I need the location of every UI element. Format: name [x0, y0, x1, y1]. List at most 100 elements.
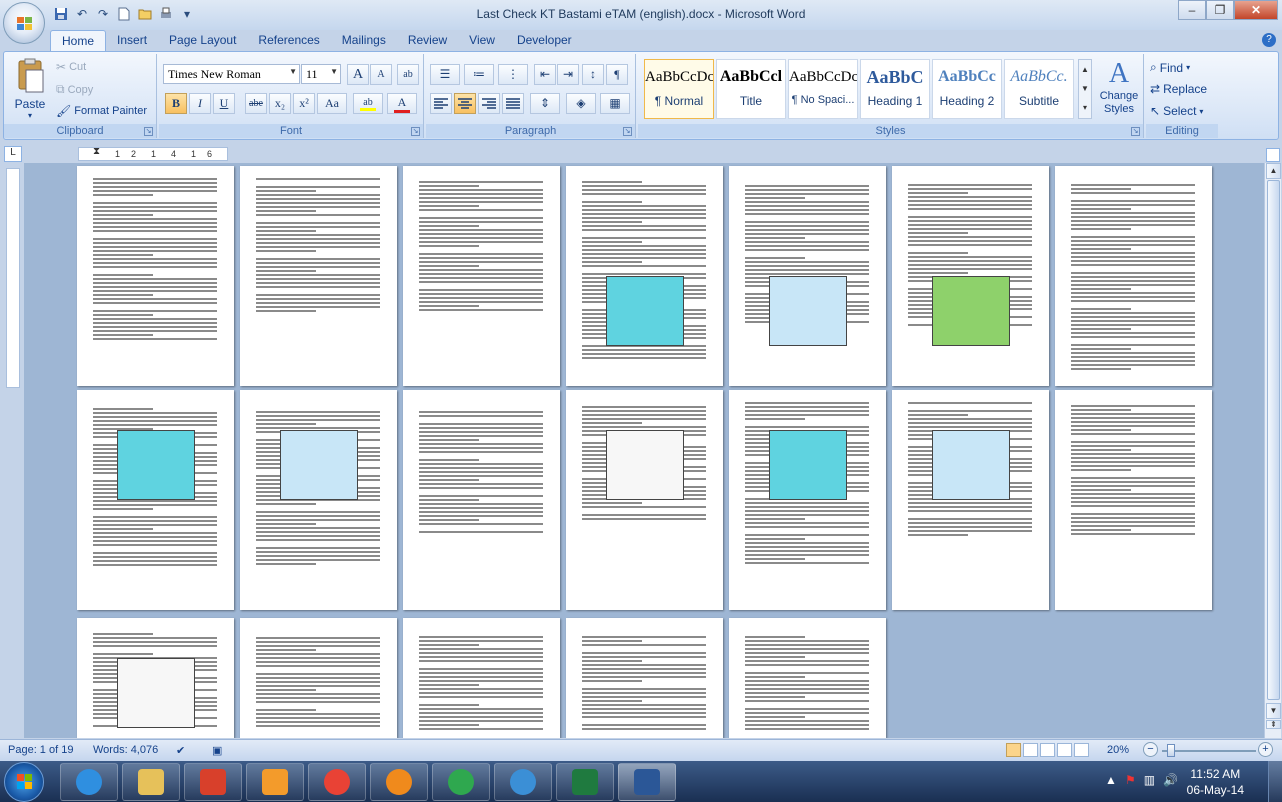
page-thumbnail[interactable] [403, 618, 560, 738]
shading-button[interactable]: ◈ [566, 93, 596, 114]
style-subtitle[interactable]: AaBbCc. Subtitle [1004, 59, 1074, 119]
taskbar-app-media-player[interactable] [246, 763, 304, 801]
outline-view-icon[interactable] [1057, 743, 1072, 757]
flag-icon[interactable]: ⚑ [1125, 773, 1136, 787]
page-thumbnail[interactable] [729, 618, 886, 738]
taskbar-app-internet-explorer[interactable] [60, 763, 118, 801]
page-thumbnail[interactable] [403, 166, 560, 386]
show-desktop-button[interactable] [1268, 761, 1282, 802]
proofing-icon[interactable]: ✔ [176, 744, 185, 757]
restore-button[interactable]: ❐ [1206, 0, 1234, 20]
scroll-down-button[interactable]: ▼ [1266, 703, 1281, 719]
underline-button[interactable]: U [213, 93, 235, 114]
zoom-level[interactable]: 20% [1107, 744, 1129, 756]
align-left-button[interactable] [430, 93, 452, 114]
clear-formatting-button[interactable]: ab [397, 64, 419, 85]
font-name-dropdown[interactable]: Times New Roman ▼ [163, 64, 300, 84]
page-thumbnail[interactable] [892, 390, 1049, 610]
zoom-out-button[interactable]: − [1143, 742, 1158, 757]
tab-page-layout[interactable]: Page Layout [158, 30, 247, 52]
tab-selector[interactable]: L [4, 146, 22, 162]
strikethrough-button[interactable]: abe [245, 93, 267, 114]
horizontal-ruler[interactable]: 1 2 1 4 1 6 ⧗ [78, 146, 228, 161]
taskbar-app-excel[interactable] [556, 763, 614, 801]
tab-home[interactable]: Home [50, 30, 107, 52]
taskbar-app-firefox[interactable] [370, 763, 428, 801]
numbering-button[interactable]: ≔ [464, 64, 494, 85]
highlight-button[interactable]: ab [353, 93, 383, 114]
page-thumbnail[interactable] [1055, 390, 1212, 610]
replace-button[interactable]: ⇄ Replace [1150, 82, 1207, 96]
indent-marker-icon[interactable]: ⧗ [93, 146, 100, 157]
clipboard-launcher[interactable]: ↘ [144, 127, 153, 136]
zoom-slider[interactable] [1162, 750, 1256, 752]
style-heading-2[interactable]: AaBbCc Heading 2 [932, 59, 1002, 119]
style-heading-1[interactable]: AaBbC Heading 1 [860, 59, 930, 119]
scroll-up-button[interactable]: ▲ [1266, 163, 1281, 179]
bold-button[interactable]: B [165, 93, 187, 114]
paste-button[interactable]: Paste ▾ [10, 58, 50, 120]
page-thumbnail[interactable] [1055, 166, 1212, 386]
subscript-button[interactable]: x₂ [269, 93, 291, 114]
volume-icon[interactable]: 🔊 [1163, 773, 1178, 787]
shrink-font-button[interactable]: A [370, 64, 392, 85]
styles-scroll[interactable]: ▲ ▼ ▾ [1078, 59, 1092, 119]
zoom-in-button[interactable]: + [1258, 742, 1273, 757]
taskbar-app-file-explorer[interactable] [122, 763, 180, 801]
tab-view[interactable]: View [458, 30, 506, 52]
network-tray-icon[interactable]: ▥ [1144, 773, 1155, 787]
font-launcher[interactable]: ↘ [411, 127, 420, 136]
web-layout-icon[interactable] [1040, 743, 1055, 757]
align-center-button[interactable] [454, 93, 476, 114]
multilevel-list-button[interactable]: ⋮ [498, 64, 528, 85]
page-thumbnail[interactable] [240, 618, 397, 738]
view-ruler-icon[interactable] [1266, 148, 1280, 162]
page-thumbnail[interactable] [240, 390, 397, 610]
full-screen-reading-icon[interactable] [1023, 743, 1038, 757]
minimize-button[interactable]: – [1178, 0, 1206, 20]
justify-button[interactable] [502, 93, 524, 114]
zoom-slider-thumb[interactable] [1166, 744, 1175, 757]
word-count[interactable]: Words: 4,076 [93, 744, 158, 756]
page-thumbnail[interactable] [566, 390, 723, 610]
page-thumbnail[interactable] [77, 166, 234, 386]
format-painter-button[interactable]: 🖌 Format Painter [56, 104, 147, 118]
taskbar-app-adobe-reader[interactable] [184, 763, 242, 801]
tab-review[interactable]: Review [397, 30, 458, 52]
taskbar-app-word[interactable] [618, 763, 676, 801]
borders-button[interactable]: ▦ [600, 93, 630, 114]
grow-font-button[interactable]: A [347, 64, 369, 85]
tab-developer[interactable]: Developer [506, 30, 583, 52]
clock[interactable]: 11:52 AM 06-May-14 [1187, 766, 1244, 798]
page-thumbnail[interactable] [892, 166, 1049, 386]
font-size-dropdown[interactable]: 11 ▼ [301, 64, 341, 84]
page-thumbnail[interactable] [77, 390, 234, 610]
page-thumbnail[interactable] [77, 618, 234, 738]
tab-mailings[interactable]: Mailings [331, 30, 397, 52]
scroll-thumb[interactable] [1267, 180, 1280, 700]
line-spacing-button[interactable]: ⇕ [530, 93, 560, 114]
tab-insert[interactable]: Insert [106, 30, 158, 52]
italic-button[interactable]: I [189, 93, 211, 114]
show-formatting-button[interactable]: ¶ [606, 64, 628, 85]
copy-button[interactable]: ⧉ Copy [56, 82, 93, 97]
page-thumbnail[interactable] [729, 166, 886, 386]
page-count[interactable]: Page: 1 of 19 [8, 744, 73, 756]
select-button[interactable]: ↖ Select ▾ [1150, 104, 1203, 118]
help-icon[interactable]: ? [1262, 33, 1276, 47]
close-button[interactable]: ✕ [1234, 0, 1278, 20]
decrease-indent-button[interactable]: ⇤ [534, 64, 556, 85]
paragraph-launcher[interactable]: ↘ [623, 127, 632, 136]
taskbar-app-network[interactable] [432, 763, 490, 801]
print-layout-view-icon[interactable] [1006, 743, 1021, 757]
draft-view-icon[interactable] [1074, 743, 1089, 757]
vertical-scrollbar[interactable]: ▲ ▼ ⇞ [1264, 163, 1281, 738]
change-styles-button[interactable]: A Change Styles [1096, 58, 1142, 116]
start-button[interactable] [4, 762, 44, 802]
align-right-button[interactable] [478, 93, 500, 114]
style-no-spacing[interactable]: AaBbCcDc ¶ No Spaci... [788, 59, 858, 119]
font-color-button[interactable]: A [387, 93, 417, 114]
taskbar-app-chrome[interactable] [308, 763, 366, 801]
change-case-button[interactable]: Aa [317, 93, 347, 114]
taskbar-app-globe[interactable] [494, 763, 552, 801]
